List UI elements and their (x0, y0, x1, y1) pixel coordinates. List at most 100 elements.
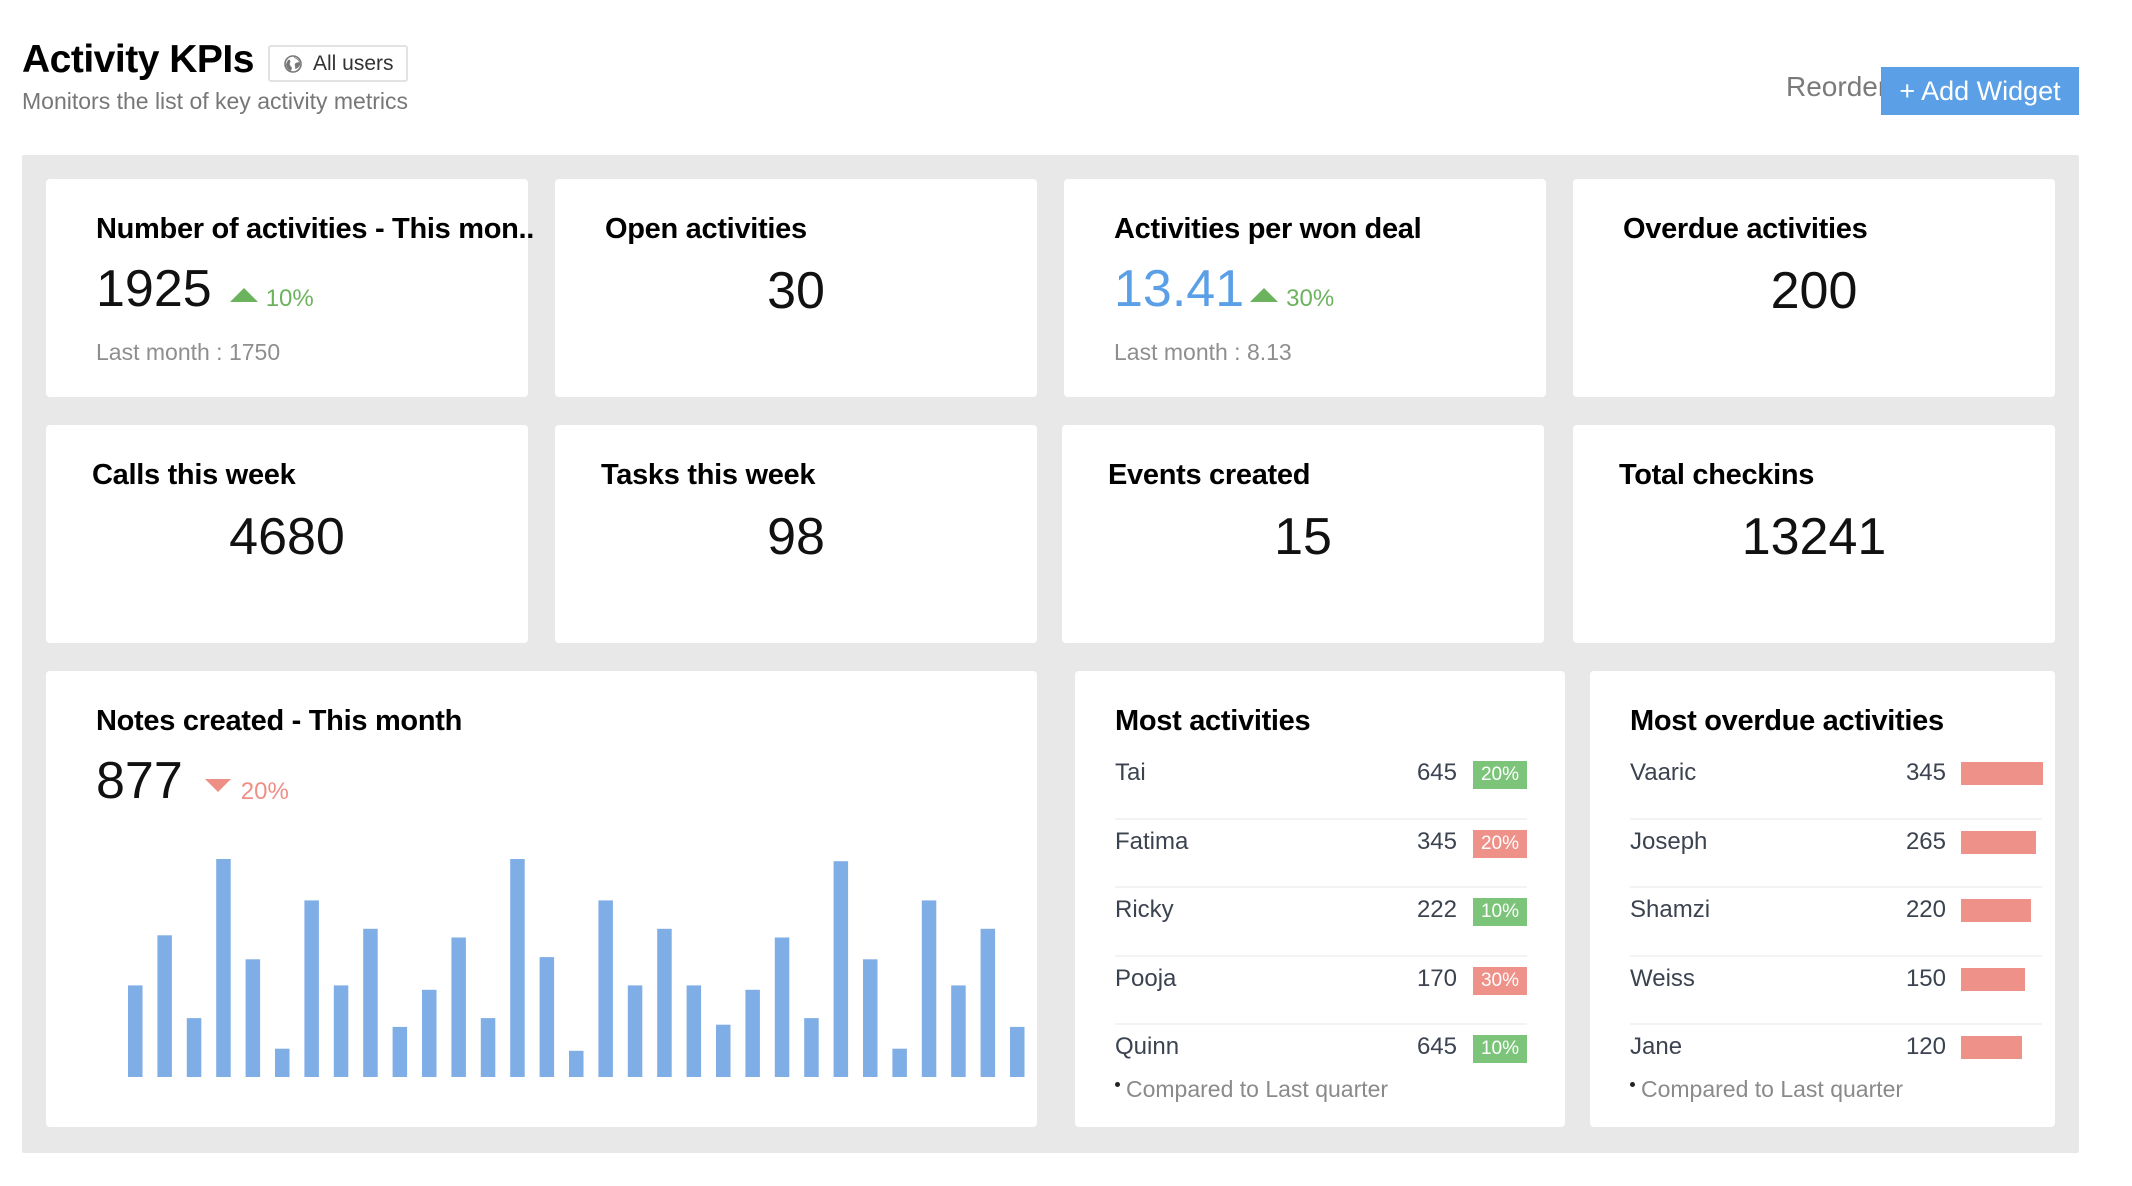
trend-indicator: 20% (204, 778, 289, 806)
change-badge: 20% (1473, 761, 1527, 789)
overdue-bar (1961, 830, 2036, 854)
chart-bar-29[interactable] (951, 985, 966, 1077)
chart-bar-4[interactable] (216, 859, 231, 1077)
chart-bar-30[interactable] (980, 928, 996, 1077)
chart-bar-15[interactable] (539, 957, 555, 1077)
chart-bar-8[interactable] (333, 985, 349, 1077)
list-item[interactable]: Fatima 345 20% (1115, 820, 1527, 888)
kpi-card-activities-per-won-deal[interactable]: Activities per won deal 13.41 30% Last m… (1064, 179, 1546, 397)
notes-bar-chart (128, 859, 1025, 1078)
chart-bar-5[interactable] (245, 959, 261, 1077)
card-title: Most activities (1115, 705, 1311, 737)
list-item[interactable]: Shamzi 220 (1630, 888, 2042, 957)
chart-bar-16[interactable] (569, 1050, 584, 1077)
chart-bar-28[interactable] (921, 900, 937, 1077)
chart-bar-13[interactable] (480, 1018, 496, 1077)
chart-bar-9[interactable] (363, 928, 378, 1077)
user-scope-label: All users (313, 51, 394, 75)
chart-bar-18[interactable] (627, 985, 643, 1077)
chart-bar-31[interactable] (1010, 1026, 1025, 1077)
change-badge: 10% (1473, 1035, 1527, 1063)
chart-bar-12[interactable] (451, 937, 466, 1078)
activity-count: 645 (1416, 759, 1457, 786)
chart-bar-7[interactable] (304, 900, 319, 1077)
kpi-value-row: 13.41 30% (1114, 259, 1334, 319)
card-title: Overdue activities (1623, 213, 1868, 245)
chart-bar-19[interactable] (657, 928, 672, 1077)
overdue-bar (1961, 899, 2032, 922)
kpi-value: 4680 (229, 508, 345, 566)
page-header: Activity KPIs All users Monitors the lis… (0, 0, 2132, 150)
kpi-value: 98 (767, 508, 825, 566)
kpi-value: 15 (1274, 508, 1332, 566)
chart-bar-22[interactable] (745, 989, 760, 1077)
footnote-text: Compared to Last quarter (1126, 1076, 1389, 1102)
list-item[interactable]: Pooja 170 30% (1115, 957, 1527, 1025)
chart-bar-17[interactable] (598, 900, 613, 1077)
chart-bar-23[interactable] (774, 937, 790, 1078)
card-title: Tasks this week (601, 459, 816, 491)
list-item[interactable]: Vaaric 345 (1630, 751, 2043, 820)
dashboard-board: Number of activities - This mon.. 1925 1… (22, 155, 2079, 1153)
most-overdue-card[interactable]: Most overdue activities Vaaric 345 Joseph 2… (1590, 671, 2055, 1127)
kpi-card-open-activities[interactable]: Open activities 30 (555, 179, 1037, 397)
trend-percent: 10% (265, 285, 314, 312)
kpi-card-calls-this-week[interactable]: Calls this week 4680 (46, 425, 528, 643)
list-item[interactable]: Weiss 150 (1630, 957, 2042, 1025)
kpi-card-total-checkins[interactable]: Total checkins 13241 (1573, 425, 2055, 643)
most-activities-card[interactable]: Most activities Tai 645 20% Fatima 345 20% Ric… (1075, 671, 1565, 1127)
list-item[interactable]: Joseph 265 (1630, 820, 2042, 888)
card-title: Activities per won deal (1114, 213, 1422, 245)
chart-bar-10[interactable] (392, 1026, 408, 1077)
chart-bar-27[interactable] (892, 1048, 907, 1077)
trend-percent: 30% (1286, 285, 1335, 312)
kpi-value: 30 (767, 262, 825, 320)
reorder-button[interactable]: Reorder (1786, 71, 1887, 103)
kpi-card-tasks-this-week[interactable]: Tasks this week 98 (555, 425, 1037, 643)
chart-bar-11[interactable] (422, 989, 437, 1077)
chart-bar-2[interactable] (157, 935, 172, 1077)
card-title: Notes created - This month (96, 705, 463, 737)
kpi-value: 877 (96, 752, 183, 810)
notes-created-card[interactable]: Notes created - This month 877 20% (46, 671, 1037, 1127)
trend-indicator: 10% (229, 285, 314, 313)
chart-bar-20[interactable] (686, 985, 702, 1077)
card-title: Events created (1108, 459, 1311, 491)
kpi-value-row: 877 20% (96, 751, 289, 811)
footnote-text: Compared to Last quarter (1641, 1076, 1904, 1102)
comparison-footnote: Compared to Last quarter (1115, 1076, 1388, 1103)
chart-bar-21[interactable] (716, 1024, 731, 1077)
chart-bar-1[interactable] (128, 985, 143, 1077)
card-title: Total checkins (1619, 459, 1815, 491)
kpi-previous-value: Last month : 8.13 (1114, 339, 1292, 365)
add-widget-button[interactable]: + Add Widget (1881, 67, 2079, 115)
user-name: Jane (1630, 1033, 1683, 1060)
user-scope-filter[interactable]: All users (268, 45, 408, 82)
chart-bar-14[interactable] (510, 859, 525, 1077)
kpi-card-overdue-activities[interactable]: Overdue activities 200 (1573, 179, 2055, 397)
user-name: Vaaric (1630, 759, 1697, 786)
user-name: Weiss (1630, 964, 1695, 992)
user-name: Tai (1115, 759, 1146, 786)
list-item[interactable]: Ricky 222 10% (1115, 888, 1527, 957)
kpi-previous-value: Last month : 1750 (96, 339, 281, 365)
trend-up-icon (1250, 288, 1279, 302)
chart-bar-24[interactable] (804, 1018, 819, 1077)
chart-bar-3[interactable] (186, 1018, 202, 1077)
chart-bar-26[interactable] (863, 959, 878, 1077)
page-subtitle: Monitors the list of key activity metric… (22, 88, 408, 114)
card-title: Most overdue activities (1630, 705, 1944, 737)
list-item[interactable]: Tai 645 20% (1115, 751, 1527, 820)
overdue-count: 265 (1905, 827, 1946, 855)
activity-count: 645 (1416, 1033, 1457, 1060)
chart-bar-6[interactable] (275, 1048, 290, 1077)
card-title: Open activities (605, 213, 807, 245)
chart-bar-25[interactable] (833, 861, 849, 1077)
kpi-value: 13.41 (1114, 260, 1245, 318)
kpi-value: 13241 (1741, 508, 1887, 566)
most-activities-list: Tai 645 20% Fatima 345 20% Ricky 222 10% Pooja 170… (1115, 751, 1527, 1094)
kpi-card-events-created[interactable]: Events created 15 (1062, 425, 1544, 643)
kpi-card-activities-this-month[interactable]: Number of activities - This mon.. 1925 1… (46, 179, 534, 397)
kpi-value-row: 1925 10% (96, 259, 314, 319)
comparison-footnote: Compared to Last quarter (1630, 1076, 1903, 1103)
